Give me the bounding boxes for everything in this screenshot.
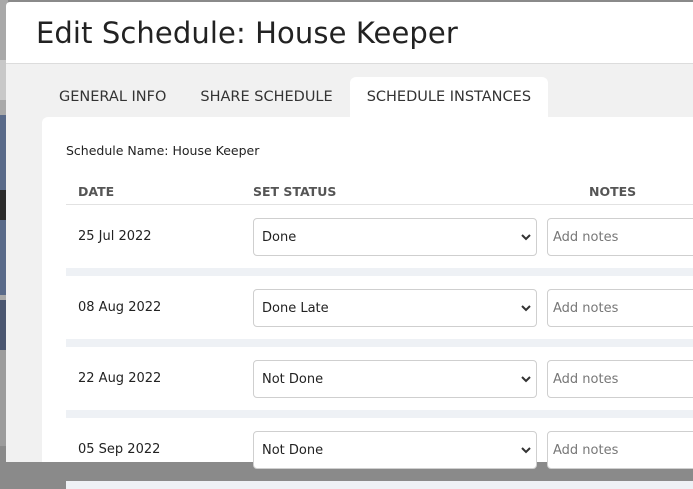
tab-schedule-instances[interactable]: SCHEDULE INSTANCES bbox=[349, 77, 549, 117]
chevron-down-icon bbox=[521, 305, 531, 312]
status-select[interactable]: Done bbox=[253, 218, 537, 256]
status-select[interactable]: Not Done bbox=[253, 360, 537, 398]
table-row: 25 Jul 2022 Done Add notes bbox=[66, 205, 693, 276]
modal-body: GENERAL INFO SHARE SCHEDULE SCHEDULE INS… bbox=[6, 64, 693, 489]
modal-header: Edit Schedule: House Keeper bbox=[6, 2, 693, 64]
row-date: 08 Aug 2022 bbox=[78, 300, 162, 315]
notes-placeholder: Add notes bbox=[553, 301, 619, 316]
tab-share-schedule[interactable]: SHARE SCHEDULE bbox=[183, 77, 349, 117]
schedule-name-label: Schedule Name: House Keeper bbox=[66, 143, 260, 158]
status-select-value: Not Done bbox=[262, 443, 324, 458]
table-row: 08 Aug 2022 Done Late Add notes bbox=[66, 276, 693, 347]
row-date: 22 Aug 2022 bbox=[78, 371, 162, 386]
tab-general-info[interactable]: GENERAL INFO bbox=[42, 77, 183, 117]
notes-placeholder: Add notes bbox=[553, 443, 619, 458]
row-date: 25 Jul 2022 bbox=[78, 229, 152, 244]
modal-title: Edit Schedule: House Keeper bbox=[36, 15, 458, 50]
status-select[interactable]: Not Done bbox=[253, 431, 537, 469]
status-select[interactable]: Done Late bbox=[253, 289, 537, 327]
notes-input[interactable]: Add notes bbox=[547, 360, 693, 398]
status-select-value: Done Late bbox=[262, 301, 329, 316]
status-select-value: Done bbox=[262, 230, 297, 245]
column-header-date: DATE bbox=[78, 184, 115, 199]
notes-input[interactable]: Add notes bbox=[547, 431, 693, 469]
tab-bar: GENERAL INFO SHARE SCHEDULE SCHEDULE INS… bbox=[42, 77, 549, 117]
table-row: 05 Sep 2022 Not Done Add notes bbox=[66, 418, 693, 489]
edit-schedule-modal: Edit Schedule: House Keeper GENERAL INFO… bbox=[6, 2, 693, 489]
table-header: DATE SET STATUS NOTES bbox=[66, 176, 693, 205]
table-row: 22 Aug 2022 Not Done Add notes bbox=[66, 347, 693, 418]
schedule-instances-panel: Schedule Name: House Keeper DATE SET STA… bbox=[42, 117, 693, 489]
chevron-down-icon bbox=[521, 234, 531, 241]
notes-input[interactable]: Add notes bbox=[547, 289, 693, 327]
column-header-status: SET STATUS bbox=[253, 184, 337, 199]
chevron-down-icon bbox=[521, 376, 531, 383]
notes-placeholder: Add notes bbox=[553, 230, 619, 245]
notes-input[interactable]: Add notes bbox=[547, 218, 693, 256]
column-header-notes: NOTES bbox=[589, 184, 637, 199]
notes-placeholder: Add notes bbox=[553, 372, 619, 387]
status-select-value: Not Done bbox=[262, 372, 324, 387]
row-date: 05 Sep 2022 bbox=[78, 442, 161, 457]
